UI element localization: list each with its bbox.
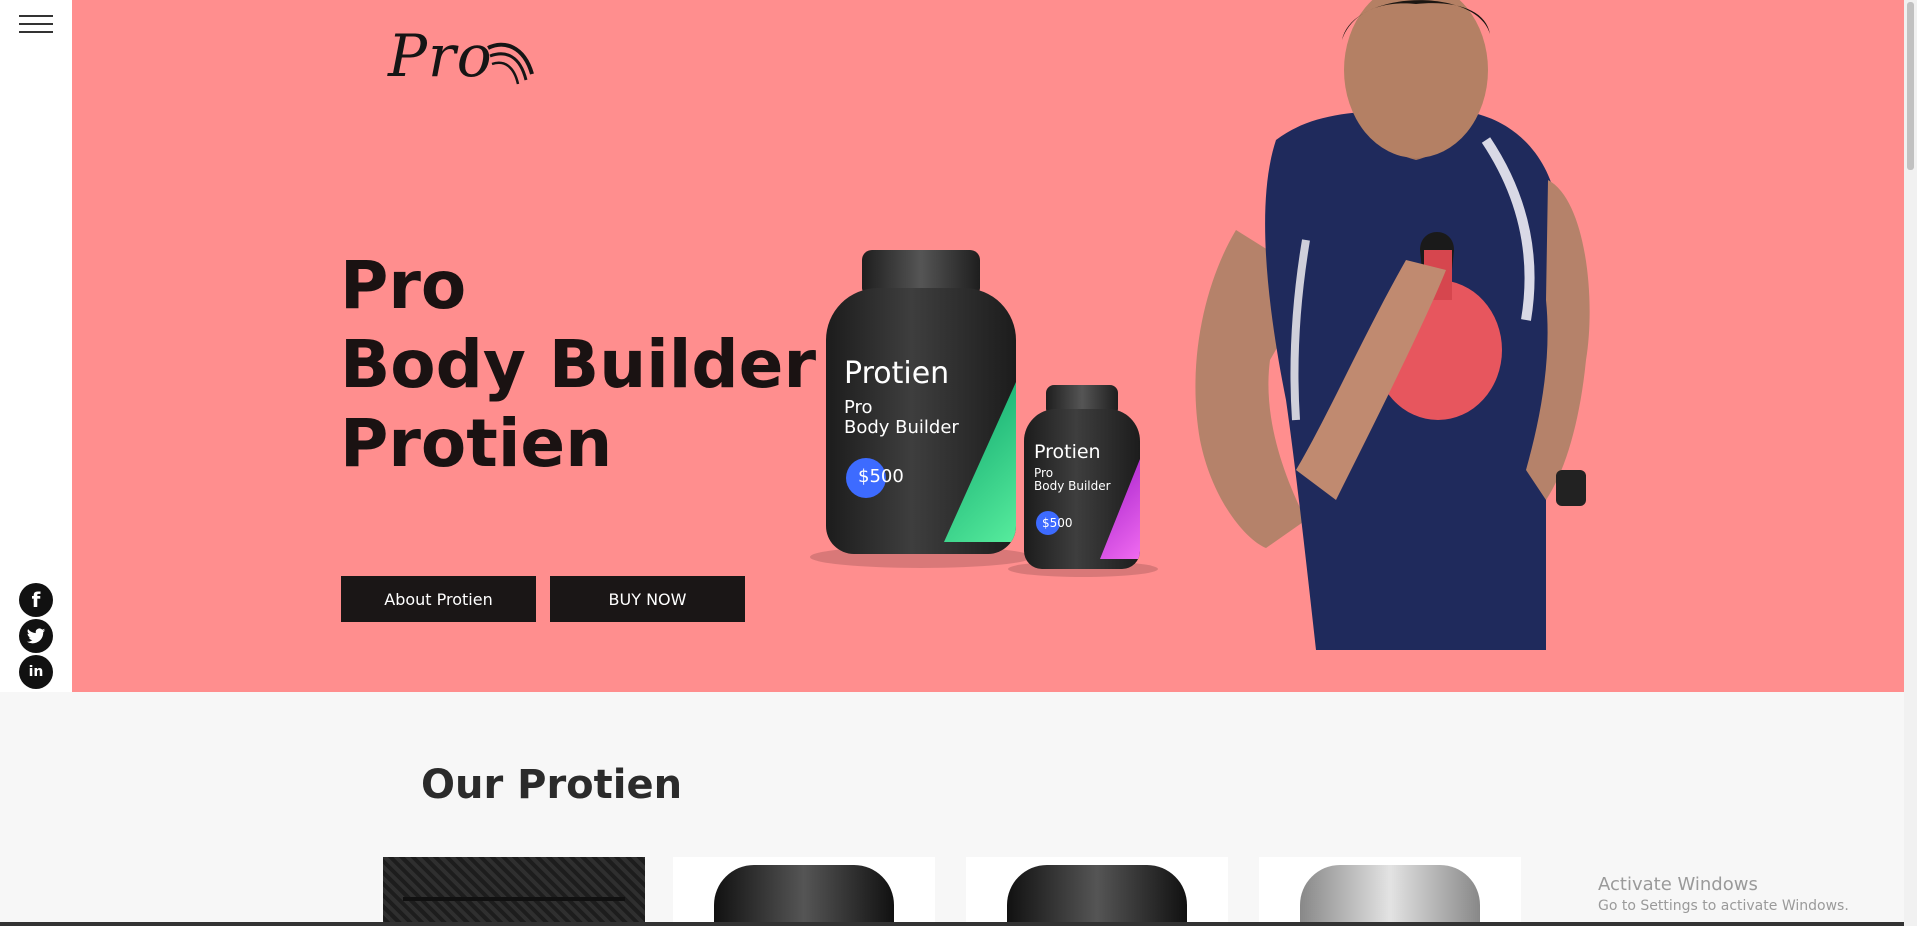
product-tub-large: Protien Pro Body Builder $500 — [810, 250, 1032, 568]
our-protien-heading: Our Protien — [421, 762, 683, 808]
facebook-icon[interactable]: f — [19, 583, 53, 617]
twitter-icon[interactable] — [19, 619, 53, 653]
product-card-4[interactable] — [1259, 857, 1521, 926]
hero-title-line3: Protien — [340, 405, 613, 482]
athlete-image — [1195, 0, 1590, 650]
product-large-line2: Body Builder — [844, 417, 959, 438]
hero-title-line1: Pro — [340, 247, 467, 324]
product-tub-small: Protien Pro Body Builder $500 — [1008, 385, 1158, 577]
product-large-price: $500 — [858, 466, 904, 487]
site-logo[interactable]: Pro — [388, 22, 534, 90]
product-large-name: Protien — [844, 356, 950, 391]
product-card-1[interactable] — [383, 857, 645, 926]
product-large-line1: Pro — [844, 397, 873, 418]
watermark-line2: Go to Settings to activate Windows. — [1598, 898, 1849, 914]
left-sidebar: f in — [0, 0, 72, 692]
hero-title-line2: Body Builder — [340, 326, 816, 403]
product-small-price: $500 — [1042, 516, 1073, 530]
product-small-line2: Body Builder — [1034, 479, 1111, 493]
product-small-name: Protien — [1034, 441, 1101, 463]
logo-text: Pro — [388, 22, 493, 90]
logo-wing-icon — [487, 42, 534, 85]
about-protien-button[interactable]: About Protien — [341, 576, 536, 622]
product-card-2[interactable] — [673, 857, 935, 926]
hamburger-menu-icon[interactable] — [19, 15, 53, 37]
watermark-line1: Activate Windows — [1598, 874, 1758, 895]
linkedin-icon[interactable]: in — [19, 655, 53, 689]
windows-activation-watermark: Activate Windows Go to Settings to activ… — [1598, 874, 1849, 914]
taskbar-edge — [0, 922, 1904, 926]
hero-banner: Pro Pro Body Builder Protien About Proti… — [72, 0, 1904, 692]
vertical-scrollbar[interactable] — [1904, 0, 1917, 926]
buy-now-button[interactable]: BUY NOW — [550, 576, 745, 622]
hero-title: Pro Body Builder Protien — [340, 246, 816, 483]
product-card-3[interactable] — [966, 857, 1228, 926]
scrollbar-thumb[interactable] — [1907, 2, 1914, 170]
